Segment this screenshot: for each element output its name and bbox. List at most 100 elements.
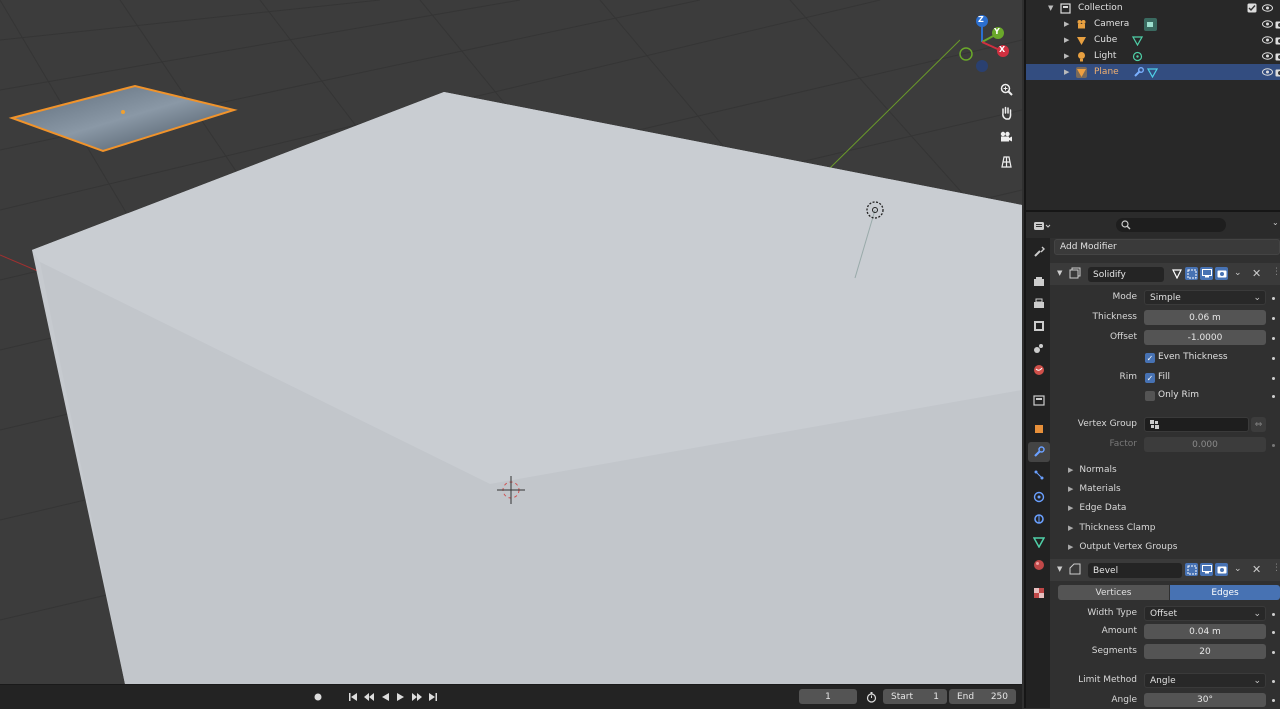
- object-tab-icon[interactable]: [1029, 419, 1049, 439]
- only-rim-checkbox[interactable]: [1145, 391, 1155, 401]
- expand-arrow-icon[interactable]: ▶: [1064, 68, 1069, 76]
- jump-start-icon[interactable]: [346, 690, 360, 704]
- dropdown-arrow-icon[interactable]: ⌄: [1234, 268, 1242, 278]
- keyframe-dot[interactable]: [1272, 651, 1275, 654]
- eye-icon[interactable]: [1262, 19, 1273, 30]
- collapse-arrow-icon[interactable]: ▼: [1057, 269, 1062, 277]
- angle-field[interactable]: 30°: [1144, 693, 1266, 707]
- expand-arrow-icon[interactable]: ▶: [1064, 36, 1069, 44]
- modifier-tab-icon[interactable]: [1028, 442, 1050, 462]
- limit-method-dropdown[interactable]: Angle ⌄: [1144, 673, 1266, 688]
- mesh-data-icon[interactable]: [1132, 35, 1143, 46]
- keyframe-dot[interactable]: [1272, 613, 1275, 616]
- checkbox-icon[interactable]: [1246, 3, 1257, 14]
- constraints-tab-icon[interactable]: [1029, 509, 1049, 529]
- edit-cage-icon[interactable]: [1170, 267, 1183, 280]
- jump-end-icon[interactable]: [426, 690, 440, 704]
- fill-checkbox[interactable]: ✓: [1145, 373, 1155, 383]
- add-modifier-dropdown[interactable]: Add Modifier: [1054, 239, 1280, 255]
- edit-mode-icon[interactable]: [1185, 267, 1198, 280]
- close-icon[interactable]: ✕: [1252, 267, 1261, 280]
- particles-tab-icon[interactable]: [1029, 465, 1049, 485]
- close-icon[interactable]: ✕: [1252, 563, 1261, 576]
- keyframe-dot[interactable]: [1272, 357, 1275, 360]
- keyframe-dot[interactable]: [1272, 444, 1275, 447]
- segments-field[interactable]: 20: [1144, 644, 1266, 659]
- viewport-display-icon[interactable]: [1200, 563, 1213, 576]
- camera-view-icon[interactable]: [995, 127, 1017, 147]
- camera-data-icon[interactable]: [1144, 18, 1157, 31]
- viewport-display-icon[interactable]: [1200, 267, 1213, 280]
- outliner-collection-row[interactable]: ▼ Collection: [1026, 0, 1280, 16]
- bevel-modifier-header[interactable]: ▼ Bevel ⌄ ✕ ⋮: [1050, 559, 1280, 581]
- prev-keyframe-icon[interactable]: [362, 690, 376, 704]
- keyframe-dot[interactable]: [1272, 377, 1275, 380]
- pan-hand-icon[interactable]: [995, 103, 1017, 123]
- eye-icon[interactable]: [1262, 35, 1273, 46]
- normals-subpanel[interactable]: ▶Normals: [1058, 460, 1280, 479]
- edges-tab[interactable]: Edges: [1170, 585, 1280, 600]
- eye-icon[interactable]: [1262, 51, 1273, 62]
- wrench-modifier-icon[interactable]: [1133, 67, 1144, 78]
- mode-dropdown[interactable]: Simple ⌄: [1144, 290, 1266, 305]
- properties-search-input[interactable]: [1116, 218, 1226, 232]
- expand-arrow-icon[interactable]: ▶: [1064, 20, 1069, 28]
- keyframe-dot[interactable]: [1272, 680, 1275, 683]
- render-icon[interactable]: [1215, 563, 1228, 576]
- amount-field[interactable]: 0.04 m: [1144, 624, 1266, 639]
- 3d-viewport[interactable]: Z Y X: [0, 0, 1022, 708]
- navigation-gizmo[interactable]: [960, 15, 1009, 72]
- thickness-field[interactable]: 0.06 m: [1144, 310, 1266, 325]
- plane-object[interactable]: [12, 86, 234, 151]
- physics-tab-icon[interactable]: [1029, 487, 1049, 507]
- keyframe-dot[interactable]: [1272, 631, 1275, 634]
- end-frame-field[interactable]: End 250: [949, 689, 1016, 704]
- start-frame-field[interactable]: Start 1: [883, 689, 947, 704]
- outliner-item-camera[interactable]: ▶ Camera: [1026, 16, 1280, 32]
- mesh-data-tab-icon[interactable]: [1029, 532, 1049, 552]
- collapse-arrow-icon[interactable]: ▼: [1057, 565, 1062, 573]
- keyframe-dot[interactable]: [1272, 395, 1275, 398]
- bevel-name-field[interactable]: Bevel: [1088, 563, 1182, 578]
- light-data-icon[interactable]: [1132, 51, 1143, 62]
- tool-tab-icon[interactable]: [1029, 242, 1049, 262]
- edge-data-subpanel[interactable]: ▶Edge Data: [1058, 498, 1280, 517]
- render-camera-icon[interactable]: [1274, 19, 1280, 30]
- drag-handle-icon[interactable]: ⋮: [1272, 267, 1280, 277]
- drag-handle-icon[interactable]: ⋮: [1272, 563, 1280, 573]
- solidify-modifier-header[interactable]: ▼ Solidify ⌄ ✕ ⋮: [1050, 263, 1280, 285]
- materials-subpanel[interactable]: ▶Materials: [1058, 479, 1280, 498]
- expand-arrow-icon[interactable]: ▶: [1064, 52, 1069, 60]
- next-keyframe-icon[interactable]: [410, 690, 424, 704]
- material-tab-icon[interactable]: [1029, 555, 1049, 575]
- output-vertex-groups-subpanel[interactable]: ▶Output Vertex Groups: [1058, 537, 1280, 556]
- record-keyframe-icon[interactable]: [311, 690, 325, 704]
- collection-tab-icon[interactable]: [1029, 390, 1049, 410]
- scene-tab-icon[interactable]: [1029, 338, 1049, 358]
- vertex-group-field[interactable]: [1144, 417, 1249, 432]
- view-layer-tab-icon[interactable]: [1029, 316, 1049, 336]
- render-camera-icon[interactable]: [1274, 51, 1280, 62]
- factor-field[interactable]: 0.000: [1144, 437, 1266, 452]
- grid-view-icon[interactable]: [995, 151, 1017, 171]
- texture-tab-icon[interactable]: [1029, 583, 1049, 603]
- offset-field[interactable]: -1.0000: [1144, 330, 1266, 345]
- play-reverse-icon[interactable]: [378, 690, 392, 704]
- vertices-tab[interactable]: Vertices: [1058, 585, 1169, 600]
- render-tab-icon[interactable]: [1029, 272, 1049, 292]
- render-icon[interactable]: [1215, 267, 1228, 280]
- even-thickness-checkbox[interactable]: ✓: [1145, 353, 1155, 363]
- outliner-item-plane[interactable]: ▶ Plane: [1026, 64, 1280, 80]
- outliner-item-cube[interactable]: ▶ Cube: [1026, 32, 1280, 48]
- outliner-item-light[interactable]: ▶ Light: [1026, 48, 1280, 64]
- keyframe-dot[interactable]: [1272, 297, 1275, 300]
- mesh-data-icon[interactable]: [1147, 67, 1158, 78]
- keyframe-dot[interactable]: [1272, 317, 1275, 320]
- keyframe-dot[interactable]: [1272, 337, 1275, 340]
- dropdown-arrow-icon[interactable]: ⌄: [1234, 564, 1242, 574]
- play-icon[interactable]: [394, 690, 408, 704]
- render-camera-icon[interactable]: [1274, 67, 1280, 78]
- invert-swap-icon[interactable]: ⇔: [1251, 417, 1266, 432]
- eye-icon[interactable]: [1262, 67, 1273, 78]
- solidify-name-field[interactable]: Solidify: [1088, 267, 1164, 282]
